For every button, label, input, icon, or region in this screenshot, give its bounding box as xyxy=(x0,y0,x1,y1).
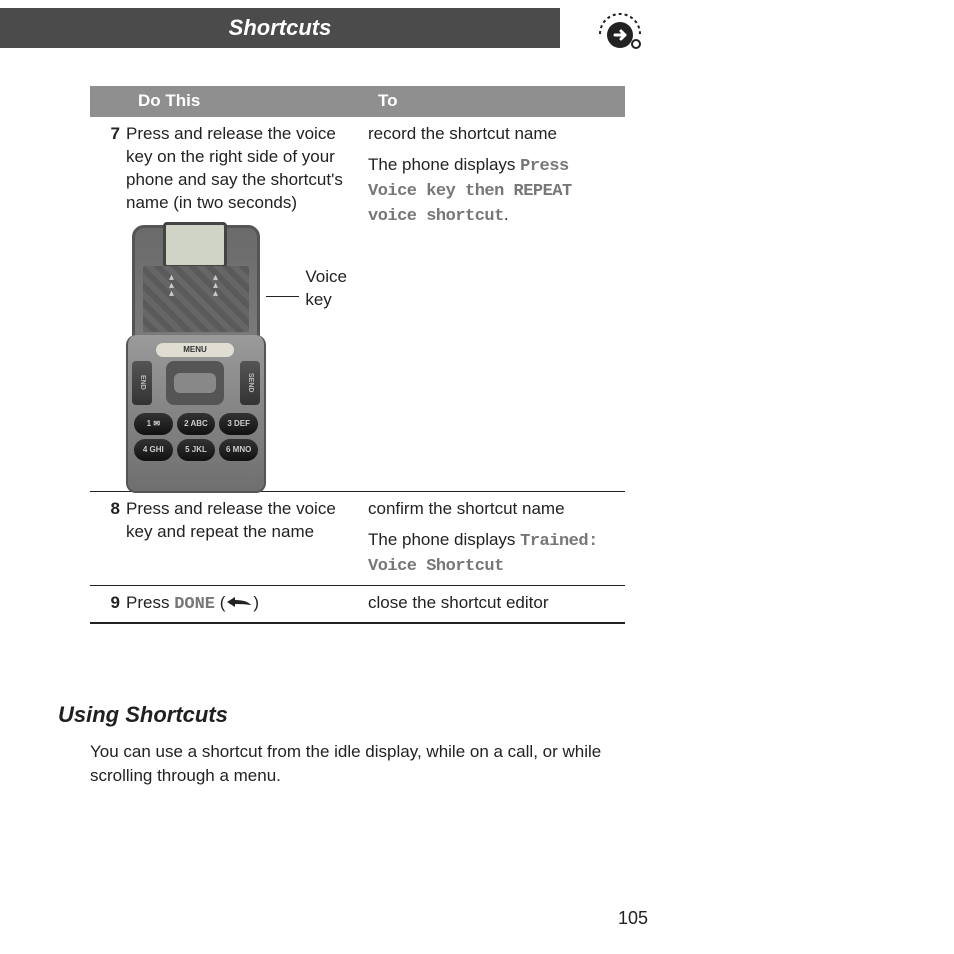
section-heading: Using Shortcuts xyxy=(58,700,228,730)
result-prefix: The phone displays xyxy=(368,530,520,549)
step-result: record the shortcut name The phone displ… xyxy=(368,123,625,485)
phone-key: 2 ABC xyxy=(177,413,216,435)
phone-illustration: ▴▴▴ ▴▴▴ MENU END SEND 1 ✉ 2 ABC 3 DEF 4 … xyxy=(126,225,266,485)
phone-body: MENU END SEND 1 ✉ 2 ABC 3 DEF 4 GHI 5 JK… xyxy=(126,335,266,493)
table-row: 9 Press DONE () close the shortcut edito… xyxy=(90,586,625,625)
phone-illustration-wrap: ▴▴▴ ▴▴▴ MENU END SEND 1 ✉ 2 ABC 3 DEF 4 … xyxy=(126,225,358,485)
decorative-arrows: ▴▴▴ xyxy=(213,274,218,298)
result-suffix: . xyxy=(504,205,509,224)
result-text: record the shortcut name xyxy=(368,123,625,146)
header-do-this: Do This xyxy=(134,86,374,117)
voice-key-callout: Voice key xyxy=(305,266,358,312)
action-open-paren: ( xyxy=(215,593,225,612)
decorative-arrows: ▴▴▴ xyxy=(169,274,174,298)
action-close-paren: ) xyxy=(253,593,259,612)
phone-dpad xyxy=(166,361,224,405)
phone-end-key: END xyxy=(132,361,152,405)
softkey-label: DONE xyxy=(174,595,215,614)
step-action: Press DONE () xyxy=(126,592,368,617)
phone-keypad: 1 ✉ 2 ABC 3 DEF 4 GHI 5 JKL 6 MNO xyxy=(134,413,258,461)
phone-menu-button: MENU xyxy=(156,343,234,357)
result-text: confirm the shortcut name xyxy=(368,498,625,521)
table-row: 8 Press and release the voice key and re… xyxy=(90,492,625,586)
phone-key: 6 MNO xyxy=(219,439,258,461)
header-blank xyxy=(90,86,134,117)
shortcuts-dial-icon xyxy=(592,4,648,59)
section-body: You can use a shortcut from the idle dis… xyxy=(90,740,620,788)
step-number: 7 xyxy=(90,123,126,485)
step-number: 9 xyxy=(90,592,126,617)
step-action: Press and release the voice key and repe… xyxy=(126,498,368,579)
step-result: close the shortcut editor xyxy=(368,592,625,617)
step-action: Press and release the voice key on the r… xyxy=(126,123,368,485)
phone-flip-top: ▴▴▴ ▴▴▴ xyxy=(132,225,260,341)
callout-line xyxy=(266,296,299,297)
phone-pattern xyxy=(143,266,249,332)
result-detail: The phone displays Trained: Voice Shortc… xyxy=(368,529,625,579)
step-action-text: Press and release the voice key on the r… xyxy=(126,123,358,215)
result-prefix: The phone displays xyxy=(368,155,520,174)
page-number: 105 xyxy=(618,906,648,930)
step-result: confirm the shortcut name The phone disp… xyxy=(368,498,625,579)
table-header-row: Do This To xyxy=(90,86,625,117)
left-softkey-icon xyxy=(225,592,253,615)
phone-screen xyxy=(163,222,227,268)
phone-key: 3 DEF xyxy=(219,413,258,435)
instructions-table: Do This To 7 Press and release the voice… xyxy=(90,86,625,624)
page-header: Shortcuts xyxy=(0,8,560,48)
result-detail: The phone displays Press Voice key then … xyxy=(368,154,625,229)
step-number: 8 xyxy=(90,498,126,579)
table-row: 7 Press and release the voice key on the… xyxy=(90,117,625,492)
phone-key: 4 GHI xyxy=(134,439,173,461)
action-prefix: Press xyxy=(126,593,174,612)
phone-send-key: SEND xyxy=(240,361,260,405)
phone-key: 5 JKL xyxy=(177,439,216,461)
phone-key: 1 ✉ xyxy=(134,413,173,435)
header-to: To xyxy=(374,86,625,117)
